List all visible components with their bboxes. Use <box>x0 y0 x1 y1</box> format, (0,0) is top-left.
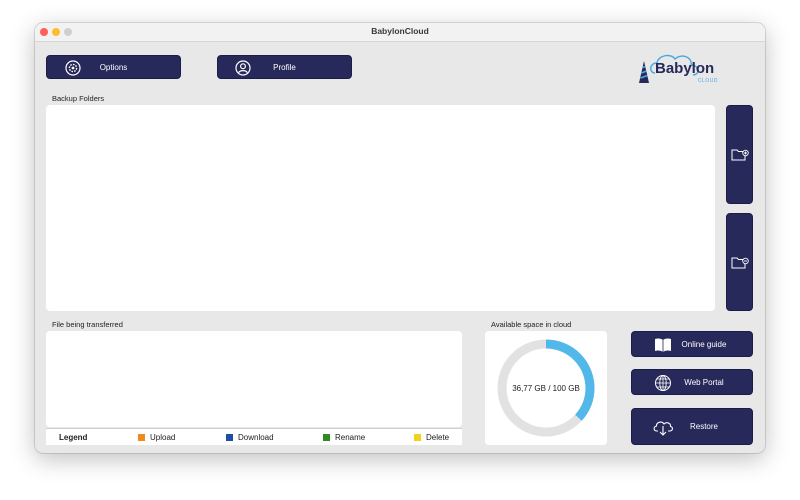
options-label: Options <box>99 62 128 72</box>
upload-swatch <box>138 434 145 441</box>
backup-folders-list[interactable] <box>46 105 715 311</box>
legend-rename: Rename <box>323 433 365 442</box>
logo-subtext: CLOUD <box>698 78 719 84</box>
rename-swatch <box>323 434 330 441</box>
options-button[interactable]: Options <box>46 55 181 79</box>
restore-button[interactable]: Restore <box>631 408 753 445</box>
add-folder-button[interactable] <box>726 105 753 204</box>
file-transfer-list[interactable] <box>46 331 462 427</box>
app-window: BabylonCloud Options Profile Babylon CLO… <box>35 23 765 453</box>
available-space-label: Available space in cloud <box>491 320 572 329</box>
storage-panel: 36,77 GB / 100 GB <box>485 331 607 445</box>
babylon-logo: Babylon CLOUD <box>635 47 735 87</box>
folder-add-icon <box>731 148 749 162</box>
profile-button[interactable]: Profile <box>217 55 352 79</box>
title-bar: BabylonCloud <box>35 23 765 42</box>
online-guide-button[interactable]: Online guide <box>631 331 753 357</box>
download-swatch <box>226 434 233 441</box>
remove-folder-button[interactable] <box>726 213 753 311</box>
folder-remove-icon <box>731 256 749 270</box>
profile-label: Profile <box>273 62 296 72</box>
file-transfer-label: File being transferred <box>52 320 123 329</box>
legend-download: Download <box>226 433 274 442</box>
window-title: BabylonCloud <box>371 26 429 36</box>
legend-title: Legend <box>59 433 88 442</box>
online-guide-label: Online guide <box>681 339 727 349</box>
restore-label: Restore <box>689 422 718 431</box>
web-portal-label: Web Portal <box>684 377 724 387</box>
web-portal-button[interactable]: Web Portal <box>631 369 753 395</box>
legend-upload: Upload <box>138 433 175 442</box>
legend-delete: Delete <box>414 433 449 442</box>
backup-folders-label: Backup Folders <box>52 94 105 103</box>
storage-used-text: 36,77 GB / 100 GB <box>512 384 580 393</box>
logo-text: Babylon <box>655 60 715 77</box>
delete-swatch <box>414 434 421 441</box>
